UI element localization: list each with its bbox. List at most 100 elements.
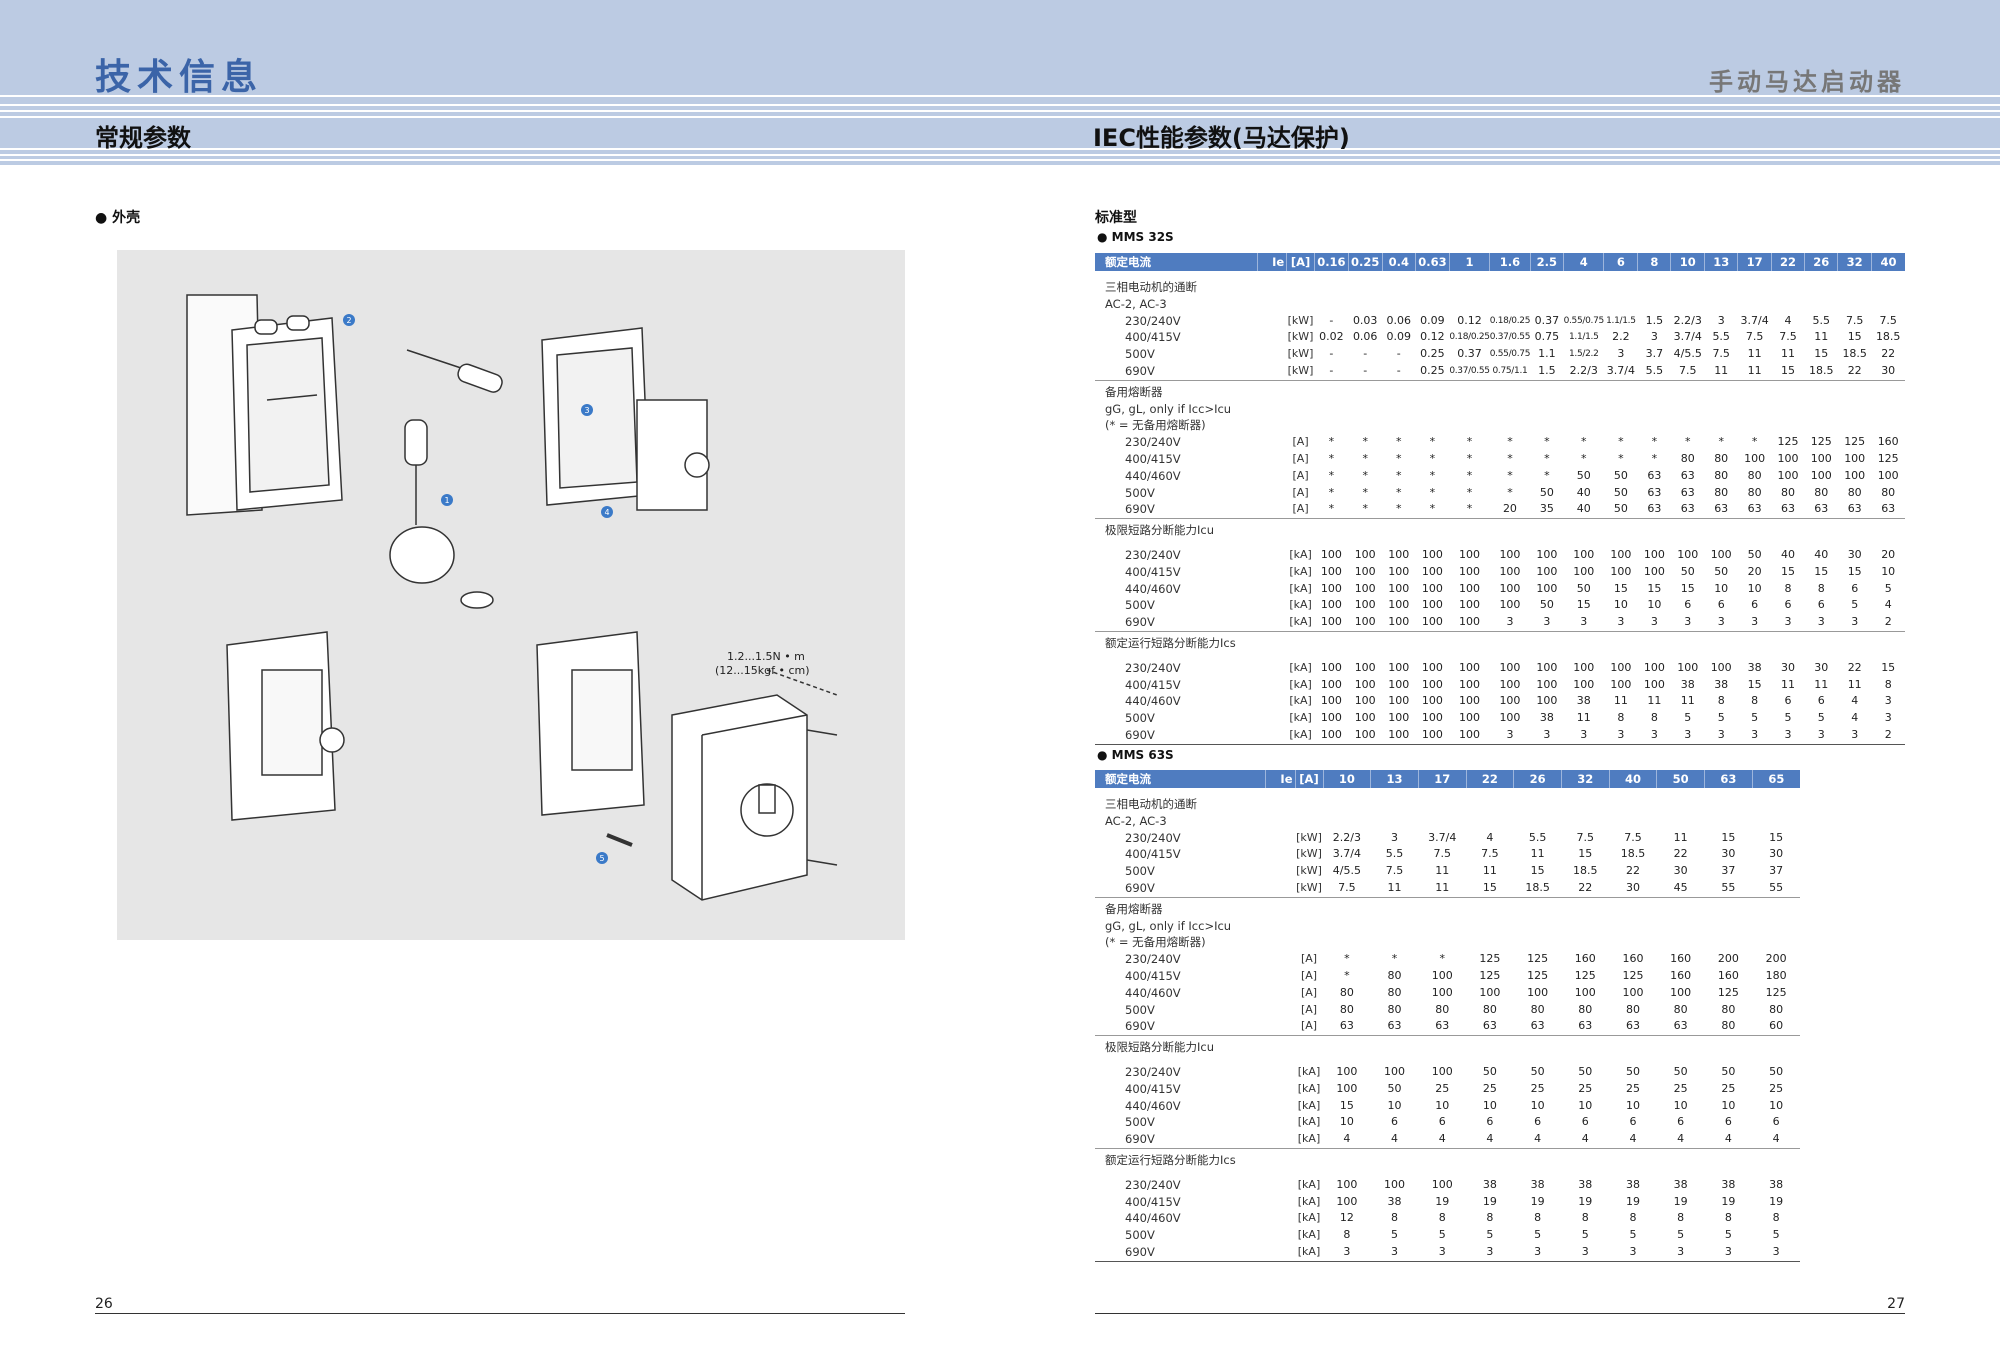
group-title: 三相电动机的通断 <box>1105 797 1197 811</box>
value-cell: 100 <box>1320 711 1342 725</box>
value-cell: 100 <box>1499 598 1521 612</box>
value-cell: 8 <box>1629 1211 1637 1225</box>
value-cell: 5 <box>1391 1228 1399 1242</box>
unit-cell: [kA] <box>1289 615 1312 629</box>
table-row: 230/240V [A] * * * * * * * * * * * * * 125 125 125 160 <box>1095 434 1905 451</box>
value-cell: 11 <box>1814 330 1829 344</box>
table-row: 400/415V [kA] 100 100 100 100 100 100 100 100 100 1… <box>1095 564 1905 581</box>
value-cell: 10 <box>1339 1115 1354 1129</box>
empty-cell <box>1265 1227 1295 1244</box>
empty-cell <box>1265 1177 1295 1194</box>
value-cell: 80 <box>1721 1002 1736 1016</box>
group-title-row: 额定运行短路分断能力Ics <box>1095 1147 1800 1169</box>
empty-cell <box>1258 363 1287 380</box>
value-cell: 5 <box>1581 1228 1589 1242</box>
value-cell: 100 <box>1354 660 1376 674</box>
value-cell: 80 <box>1387 968 1402 982</box>
value-cell: 100 <box>1431 985 1453 999</box>
value-cell: 8 <box>1817 581 1825 595</box>
value-cell: 7.5 <box>1879 313 1897 327</box>
value-cell: 1.1/1.5 <box>1568 332 1599 343</box>
empty-cell <box>1265 1064 1295 1081</box>
value-cell: 18.5 <box>1842 347 1867 361</box>
value-cell: 4 <box>1534 1132 1542 1146</box>
value-cell: 160 <box>1670 952 1692 966</box>
value-cell: 3 <box>1837 726 1872 745</box>
value-cell: 63 <box>1747 502 1762 516</box>
unit-cell: [kA] <box>1286 726 1315 745</box>
spacer-row <box>1095 652 1905 660</box>
value-cell: 18.5 <box>1875 330 1901 344</box>
empty-cell <box>1258 693 1287 710</box>
group-title: 极限短路分断能力Icu <box>1095 518 1905 539</box>
value-cell: 80 <box>1847 485 1862 499</box>
value-cell: 50 <box>1539 598 1554 612</box>
value-cell: 15 <box>1721 830 1736 844</box>
unit-cell: [kA] <box>1289 547 1312 561</box>
value-cell: 45 <box>1673 880 1688 894</box>
current-column-header: 1.6 <box>1489 253 1531 271</box>
current-column-header: 13 <box>1704 253 1739 271</box>
value-cell: 11 <box>1847 677 1862 691</box>
group-title-row: (* = 无备用熔断器) <box>1095 417 1905 434</box>
value-cell: 4 <box>1772 1132 1780 1146</box>
value-cell: 4 <box>1629 1132 1637 1146</box>
value-cell: 125 <box>1622 968 1644 982</box>
current-column-header: 0.16 <box>1314 253 1349 271</box>
unit-cell: [kA] <box>1289 694 1312 708</box>
value-cell: 3 <box>1391 830 1399 844</box>
value-cell: 3 <box>1609 1243 1657 1262</box>
value-cell: 38 <box>1576 694 1591 708</box>
value-cell: 50 <box>1613 502 1628 516</box>
value-cell: 100 <box>1670 985 1692 999</box>
value-cell: 50 <box>1613 485 1628 499</box>
value-cell: 25 <box>1673 1081 1688 1095</box>
unit-cell: [kA] <box>1295 1243 1324 1262</box>
voltage-label: 500V <box>1125 711 1155 726</box>
value-cell: 25 <box>1769 1081 1784 1095</box>
empty-cell <box>1258 614 1287 631</box>
value-cell: 63 <box>1781 502 1796 516</box>
value-cell: 6 <box>1772 1115 1780 1129</box>
voltage-label: 440/460V <box>1125 581 1181 596</box>
value-cell: 80 <box>1680 451 1695 465</box>
value-cell: 7.5 <box>1712 347 1730 361</box>
group-title: AC-2, AC-3 <box>1105 813 1167 828</box>
value-cell: 7.5 <box>1845 313 1864 327</box>
value-cell: * <box>1466 435 1473 449</box>
value-cell: 6 <box>1391 1115 1399 1129</box>
value-cell: 8 <box>1343 1228 1351 1242</box>
unit-cell: [kA] <box>1289 581 1312 595</box>
value-cell: 100 <box>1449 726 1490 745</box>
group-title-row: 额定运行短路分断能力Ics <box>1095 630 1905 652</box>
enclosure-heading: ● 外壳 <box>95 210 141 226</box>
value-cell: * <box>1344 968 1350 982</box>
value-cell: 7.5 <box>1576 830 1595 844</box>
value-cell: 0.37 <box>1457 347 1482 361</box>
value-cell: 100 <box>1610 547 1632 561</box>
group-title: (* = 无备用熔断器) <box>1105 935 1206 950</box>
value-cell: 63 <box>1339 1019 1354 1033</box>
value-cell: 38 <box>1673 1177 1688 1191</box>
value-cell: * <box>1544 435 1550 449</box>
value-cell: 40 <box>1576 502 1591 516</box>
group-title: 备用熔断器 <box>1095 379 1905 401</box>
empty-cell <box>1258 597 1287 614</box>
value-cell: 3 <box>1637 726 1671 745</box>
value-cell: 15 <box>1339 1098 1354 1112</box>
empty-cell <box>1265 1114 1295 1131</box>
value-cell: 5 <box>1817 711 1825 725</box>
current-column-header: 63 <box>1704 770 1753 788</box>
value-cell: 0.12 <box>1420 330 1445 344</box>
value-cell: 22 <box>1578 880 1593 894</box>
empty-cell <box>1265 1002 1295 1019</box>
value-cell: 63 <box>1647 468 1662 482</box>
table-row: 690V [A] * * * * * 20 35 40 50 63 63 63 63 63 63 63 63 <box>1095 501 1905 518</box>
value-cell: 3 <box>1704 726 1738 745</box>
value-cell: 7.5 <box>1679 363 1697 377</box>
value-cell: 0.03 <box>1352 313 1378 327</box>
value-cell: 50 <box>1530 1064 1545 1078</box>
value-cell: 19 <box>1769 1194 1784 1208</box>
unit-cell: [kA] <box>1297 1115 1321 1129</box>
value-cell: * <box>1466 502 1473 516</box>
